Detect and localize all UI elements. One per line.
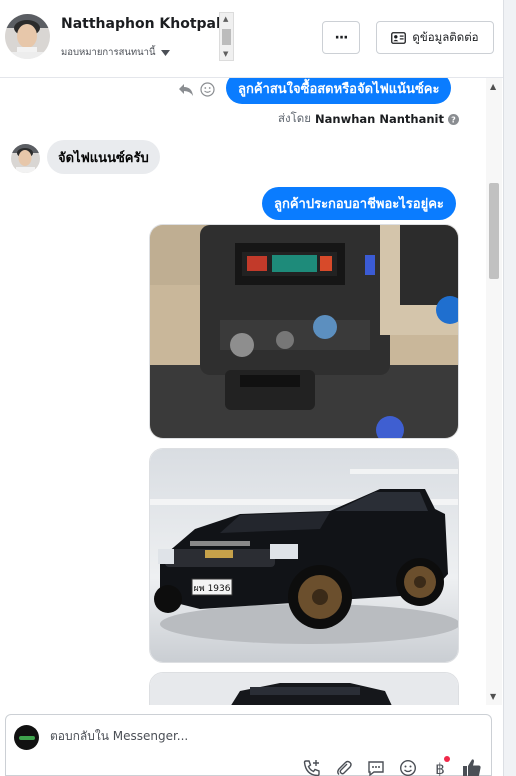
license-plate: ผพ 1936 [194, 584, 231, 594]
more-options-button[interactable]: ··· [322, 21, 360, 54]
contact-name[interactable]: Natthaphon Khotpakdee [61, 16, 219, 32]
sent-by-name: Nanwhan Nanthanit [315, 112, 444, 126]
scrollbar-thumb[interactable] [489, 183, 499, 279]
scroll-up-arrow-icon[interactable]: ▲ [223, 15, 228, 23]
scroll-down-arrow-icon[interactable]: ▼ [223, 50, 228, 58]
saved-reply-icon[interactable] [366, 759, 386, 776]
view-contact-info-button[interactable]: ดูข้อมูลติดต่อ [376, 21, 494, 54]
phone-add-icon[interactable] [302, 759, 322, 776]
baht-icon[interactable]: ฿ [430, 756, 450, 776]
reply-input[interactable] [50, 729, 470, 743]
black-pickup-truck-photo[interactable]: ผพ 1936 [149, 448, 459, 663]
like-icon[interactable] [462, 759, 482, 776]
thread-scrollbar[interactable]: ▲ ▼ [486, 78, 502, 705]
emoji-react-icon[interactable] [200, 82, 215, 97]
car-interior-photo[interactable] [149, 224, 459, 439]
svg-text:฿: ฿ [435, 760, 445, 776]
view-contact-info-label: ดูข้อมูลติดต่อ [412, 29, 479, 44]
message-thread[interactable]: ลูกค้าสนใจซื้อสดหรือจัดไฟแน้นซ์คะ ส่งโดย… [0, 78, 503, 705]
emoji-icon[interactable] [398, 759, 418, 776]
more-icon: ··· [334, 29, 349, 46]
car-photo-partial[interactable] [149, 672, 459, 705]
contact-card-icon [391, 31, 407, 44]
scrollbar-thumb[interactable] [222, 29, 231, 45]
message-composer: ฿ [5, 714, 492, 776]
page-avatar [14, 725, 39, 750]
header-mini-scrollbar[interactable]: ▲ ▼ [219, 12, 234, 61]
assign-conversation-dropdown[interactable]: มอบหมายการสนทนานี้ [61, 45, 170, 60]
outgoing-message[interactable]: ลูกค้าสนใจซื้อสดหรือจัดไฟแน้นซ์คะ [226, 78, 452, 104]
message-actions [178, 82, 215, 97]
info-icon[interactable]: ? [448, 113, 459, 125]
scroll-down-arrow-icon[interactable]: ▼ [490, 692, 496, 701]
incoming-message[interactable]: จัดไฟแนนซ์ครับ [47, 140, 160, 174]
composer-toolbar: ฿ [302, 756, 482, 776]
scroll-up-arrow-icon[interactable]: ▲ [490, 82, 496, 91]
customer-avatar[interactable] [11, 144, 40, 173]
svg-text:?: ? [451, 115, 456, 124]
assign-label: มอบหมายการสนทนานี้ [61, 47, 156, 58]
caret-down-icon [160, 49, 170, 56]
reply-icon[interactable] [178, 83, 194, 97]
notification-dot [444, 756, 450, 762]
page-edge [503, 0, 516, 776]
outgoing-message[interactable]: ลูกค้าประกอบอาชีพอะไรอยู่คะ [262, 187, 456, 220]
conversation-header: Natthaphon Khotpakdee มอบหมายการสนทนานี้… [0, 0, 503, 78]
contact-avatar[interactable] [5, 14, 50, 59]
paperclip-icon[interactable] [334, 759, 354, 776]
sent-by-prefix: ส่งโดย [277, 111, 312, 125]
sent-by-label: ส่งโดย Nanwhan Nanthanit ? [278, 110, 459, 128]
